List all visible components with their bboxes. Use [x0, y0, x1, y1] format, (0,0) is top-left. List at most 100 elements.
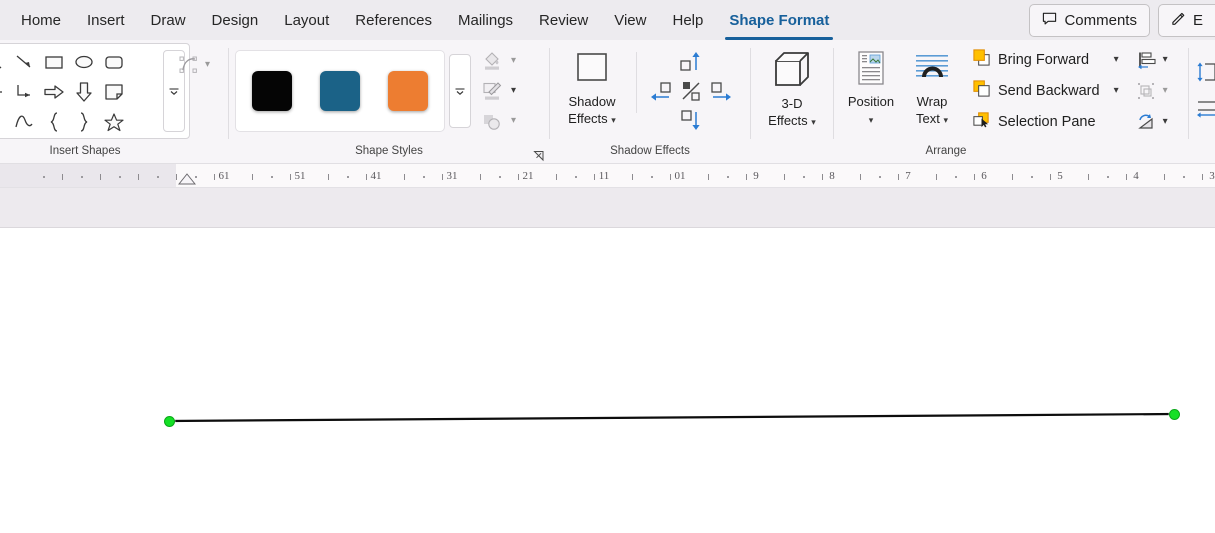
ruler-minor-mark [62, 174, 63, 180]
shape-right-brace[interactable] [69, 107, 99, 137]
edit-shape-chevron-down-icon[interactable]: ▾ [205, 60, 210, 70]
wrap-text-button[interactable]: Wrap Text ▾ [904, 43, 960, 139]
three-d-effects-button[interactable]: 3-D Effects ▾ [757, 43, 827, 139]
ruler-minor-mark [1202, 174, 1203, 180]
comments-button[interactable]: Comments [1029, 3, 1150, 37]
shape-line-arrow[interactable] [9, 47, 39, 77]
ribbon-group-shadow-effects: Shadow Effects ▾ Shadow Effects [550, 40, 750, 163]
shape-style-orange[interactable] [388, 70, 428, 111]
send-backward-chevron-down-icon[interactable]: ▾ [1114, 85, 1119, 96]
shape-fill-button[interactable] [479, 48, 505, 74]
tab-shape-format[interactable]: Shape Format [716, 6, 842, 40]
line-end-handle[interactable] [1168, 408, 1180, 420]
ribbon-group-3d-effects: 3-D Effects ▾ [751, 40, 833, 163]
tab-help[interactable]: Help [659, 6, 716, 35]
shape-outline-chevron-down-icon[interactable]: ▾ [511, 85, 516, 96]
ruler-minor-mark [1183, 176, 1185, 178]
shape-style-black[interactable] [252, 70, 292, 111]
ruler-tick-3: 3 [1209, 170, 1215, 182]
shape-effects-chevron-down-icon[interactable]: ▾ [511, 115, 516, 126]
tab-design[interactable]: Design [199, 6, 272, 35]
tab-view[interactable]: View [601, 6, 659, 35]
ruler-tick-7: 7 [905, 170, 911, 182]
shape-arc[interactable] [0, 107, 9, 137]
shape-right-arrow[interactable] [39, 77, 69, 107]
shape-styles-more-button[interactable] [449, 53, 471, 128]
position-chevron-down-icon[interactable]: ▾ [869, 115, 874, 125]
position-button[interactable]: Position ▾ [840, 43, 902, 139]
ruler-minor-mark [974, 174, 975, 180]
shape-outline-button[interactable] [479, 78, 505, 104]
rotate-chevron-down-icon[interactable]: ▾ [1163, 116, 1168, 127]
tab-layout[interactable]: Layout [271, 6, 342, 35]
tab-home[interactable]: Home [8, 6, 74, 35]
document-area[interactable] [0, 188, 1215, 533]
shape-rectangle[interactable] [39, 47, 69, 77]
group-label-edit-shape [170, 141, 228, 163]
bring-forward-label: Bring Forward [998, 51, 1090, 68]
rotate-button[interactable] [1133, 109, 1159, 135]
ruler-tick-8: 8 [829, 170, 835, 182]
ruler-tick-6: 6 [981, 170, 987, 182]
group-button[interactable] [1133, 78, 1159, 104]
selection-pane-button[interactable]: Selection Pane [968, 107, 1123, 136]
shape-styles-gallery[interactable] [235, 49, 445, 132]
ruler-tick-41: 41 [370, 170, 382, 182]
align-button[interactable] [1133, 47, 1159, 73]
group-chevron-down-icon: ▾ [1162, 84, 1168, 96]
group-label-shadow-effects: Shadow Effects [610, 145, 690, 157]
ruler-minor-mark [290, 174, 291, 180]
send-backward-button[interactable]: Send Backward ▾ [968, 76, 1123, 105]
shape-effects-button[interactable] [479, 108, 505, 134]
shape-straight-connector[interactable] [0, 77, 9, 107]
shape-fill-chevron-down-icon[interactable]: ▾ [511, 55, 516, 66]
ruler-minor-mark [214, 174, 215, 180]
shape-elbow-connector[interactable] [9, 77, 39, 107]
tab-review[interactable]: Review [526, 6, 601, 35]
bring-forward-button[interactable]: Bring Forward ▾ [968, 45, 1123, 74]
shape-styles-dialog-launcher[interactable] [533, 149, 545, 162]
shape-rounded-rectangle[interactable] [99, 47, 129, 77]
shape-height-field[interactable] [1195, 57, 1215, 87]
shape-wave-curve[interactable] [9, 107, 39, 137]
align-chevron-down-icon[interactable]: ▾ [1163, 54, 1168, 65]
tab-insert[interactable]: Insert [74, 6, 138, 35]
shape-left-brace[interactable] [39, 107, 69, 137]
line-start-handle[interactable] [163, 415, 175, 427]
shape-oval[interactable] [69, 47, 99, 77]
shadow-effects-chevron-down-icon[interactable]: ▾ [611, 115, 616, 125]
ruler-tick-01: 01 [674, 170, 686, 182]
shape-folded-corner[interactable] [99, 77, 129, 107]
ruler-tick-51: 51 [294, 170, 306, 182]
shape-line-diag-1[interactable] [0, 47, 9, 77]
ruler-minor-mark [423, 176, 425, 178]
tab-references[interactable]: References [342, 6, 445, 35]
tab-draw[interactable]: Draw [138, 6, 199, 35]
nudge-shadow-down-button[interactable] [676, 105, 706, 135]
shadow-effects-button[interactable]: Shadow Effects ▾ [556, 43, 628, 139]
nudge-shadow-right-button[interactable] [705, 76, 735, 106]
shapes-grid [0, 44, 161, 138]
shape-style-blue[interactable] [320, 70, 360, 111]
toggle-shadow-on-off-button[interactable] [676, 76, 706, 106]
shape-placeholder-2 [129, 77, 159, 107]
bring-forward-chevron-down-icon[interactable]: ▾ [1114, 54, 1119, 65]
shape-down-arrow[interactable] [69, 77, 99, 107]
nudge-shadow-left-button[interactable] [647, 76, 677, 106]
bring-forward-icon [972, 48, 991, 71]
ruler-minor-mark [480, 174, 481, 180]
ruler-minor-mark [100, 174, 101, 180]
shape-star[interactable] [99, 107, 129, 137]
editing-button[interactable]: E [1157, 3, 1215, 37]
tab-mailings[interactable]: Mailings [445, 6, 526, 35]
three-d-effects-chevron-down-icon[interactable]: ▾ [811, 117, 816, 127]
left-indent-marker[interactable] [178, 173, 196, 185]
horizontal-ruler[interactable]: 61 51 41 31 21 11 01 9 8 7 6 5 4 3 [0, 164, 1215, 188]
shape-placeholder-1 [129, 47, 159, 77]
shape-width-field[interactable] [1195, 95, 1215, 125]
ruler-minor-mark [138, 174, 139, 180]
nudge-shadow-up-button[interactable] [676, 47, 706, 77]
wrap-text-chevron-down-icon[interactable]: ▾ [943, 115, 948, 125]
edit-shape-button[interactable] [176, 52, 202, 78]
insert-shapes-gallery[interactable] [0, 42, 190, 139]
